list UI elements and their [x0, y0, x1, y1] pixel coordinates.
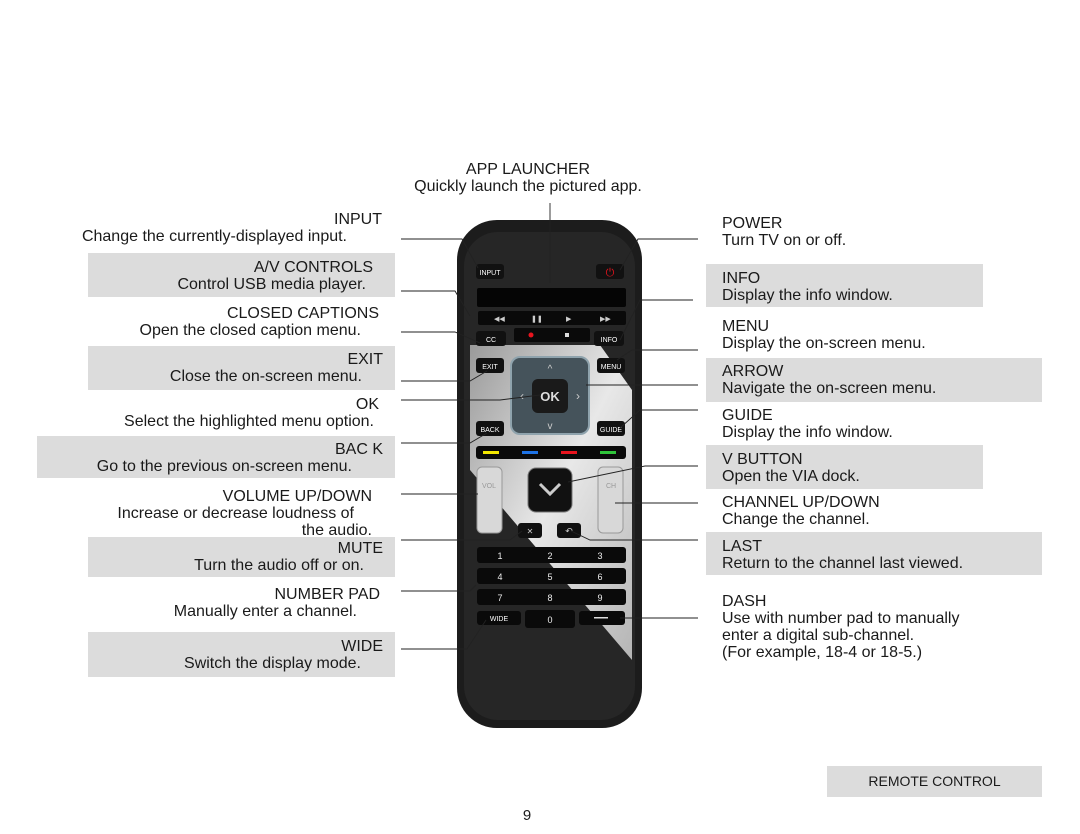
number-key[interactable]: 4 [497, 572, 502, 582]
svg-text:GUIDE: GUIDE [600, 427, 623, 434]
number-key[interactable]: 1 [497, 551, 502, 561]
svg-text:‹: ‹ [520, 389, 524, 403]
number-key[interactable]: 2 [547, 551, 552, 561]
page-number: 9 [522, 807, 532, 824]
svg-text:❚❚: ❚❚ [531, 315, 543, 323]
svg-text:CC: CC [486, 337, 496, 344]
svg-text:◀◀: ◀◀ [494, 316, 505, 323]
number-key[interactable]: 8 [547, 593, 552, 603]
svg-text:BACK: BACK [480, 427, 499, 434]
svg-text:MENU: MENU [601, 364, 622, 371]
number-key[interactable]: 9 [597, 593, 602, 603]
channel-rocker [597, 466, 624, 534]
volume-rocker [476, 466, 503, 534]
mute-icon: ✕ [527, 527, 534, 536]
remote-illustration: INPUT ⏻ ◀◀ ❚❚ ▶ ▶▶ CC INFO EXIT MENU ^ ‹ › v… [401, 203, 698, 728]
v-button [527, 467, 573, 513]
svg-text:^: ^ [548, 364, 553, 375]
stop-icon [565, 333, 569, 337]
number-key[interactable]: 5 [547, 572, 552, 582]
svg-text:EXIT: EXIT [482, 364, 498, 371]
svg-text:v: v [548, 421, 553, 432]
svg-text:OK: OK [540, 389, 560, 404]
record-icon [528, 332, 534, 338]
svg-text:INPUT: INPUT [480, 270, 502, 277]
app-launcher-button [477, 288, 626, 307]
svg-text:INFO: INFO [601, 337, 618, 344]
number-key[interactable]: 6 [597, 572, 602, 582]
number-key[interactable]: 0 [547, 615, 552, 625]
svg-text:▶: ▶ [566, 316, 572, 323]
section-label: REMOTE CONTROL [827, 766, 1042, 797]
power-icon: ⏻ [606, 267, 615, 279]
number-key[interactable]: 3 [597, 551, 602, 561]
svg-text:WIDE: WIDE [490, 616, 509, 623]
svg-text:VOL: VOL [482, 483, 496, 490]
number-key[interactable]: 7 [497, 593, 502, 603]
svg-text:CH: CH [606, 483, 616, 490]
svg-text:›: › [576, 389, 580, 403]
svg-text:▶▶: ▶▶ [600, 316, 611, 323]
